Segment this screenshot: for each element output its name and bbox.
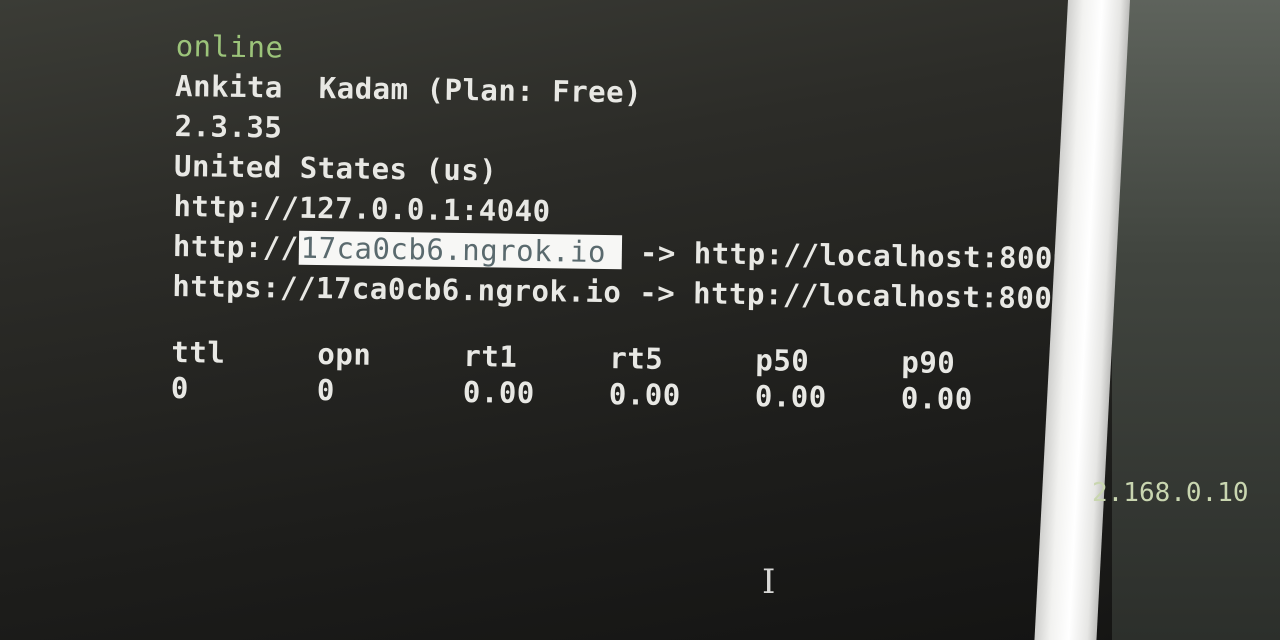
- metric-header: rt1: [463, 339, 518, 374]
- metric-column: p50 0.00: [755, 342, 902, 416]
- metric-value: 0.00: [754, 379, 827, 415]
- connections-table: ttl 0 opn 0 rt1 0.00 rt5 0.00 p50 0.00 p…: [171, 334, 1070, 419]
- ngrok-session-output: online Ankita Kadam (Plan: Free) 2.3.35 …: [171, 26, 1074, 419]
- metric-column: opn 0: [317, 336, 464, 410]
- metric-column: rt5 0.00: [609, 340, 756, 414]
- metric-value: 0: [170, 370, 190, 406]
- selected-ngrok-host[interactable]: 17ca0cb6.ngrok.io: [298, 230, 623, 270]
- terminal-window[interactable]: online Ankita Kadam (Plan: Free) 2.3.35 …: [0, 0, 1100, 640]
- metric-value: 0.00: [900, 381, 973, 417]
- metric-column: rt1 0.00: [463, 338, 610, 412]
- forwarding-http-prefix: http://: [172, 228, 299, 265]
- metric-header: p90: [901, 345, 956, 380]
- metric-header: p50: [755, 343, 810, 378]
- metric-value: 0: [316, 373, 336, 408]
- metric-column: ttl 0: [171, 334, 318, 408]
- metric-header: opn: [317, 337, 372, 372]
- forwarding-http-target: -> http://localhost:8000: [621, 235, 1072, 276]
- metric-header: ttl: [171, 334, 226, 370]
- text-cursor-icon: I: [762, 562, 776, 602]
- side-window-ip-text: 2.168.0.10: [1092, 478, 1249, 508]
- metric-value: 0.00: [608, 377, 681, 413]
- metric-value: 0.00: [462, 375, 535, 411]
- side-window[interactable]: [1112, 0, 1280, 640]
- metric-column: p90 0.00: [901, 344, 1048, 418]
- photo-of-monitor: online Ankita Kadam (Plan: Free) 2.3.35 …: [0, 0, 1280, 640]
- metric-header: rt5: [609, 341, 664, 376]
